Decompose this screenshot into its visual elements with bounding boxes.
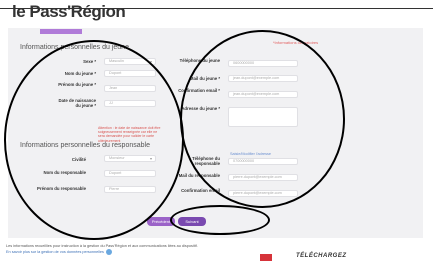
annotation-circle-left — [4, 40, 184, 240]
page-title: le Pass'Région — [12, 2, 126, 21]
annotation-circle-button — [170, 205, 270, 235]
info-icon — [105, 249, 112, 255]
footer-text: Les informations recueillies pour instru… — [6, 244, 336, 255]
region-logo-icon — [260, 254, 272, 261]
download-label[interactable]: TÉLÉCHARGEZ — [296, 253, 347, 259]
privacy-link[interactable]: En savoir plus sur la gestion de vos don… — [6, 250, 104, 254]
annotation-circle-right — [180, 30, 345, 208]
step-tab — [40, 29, 82, 34]
